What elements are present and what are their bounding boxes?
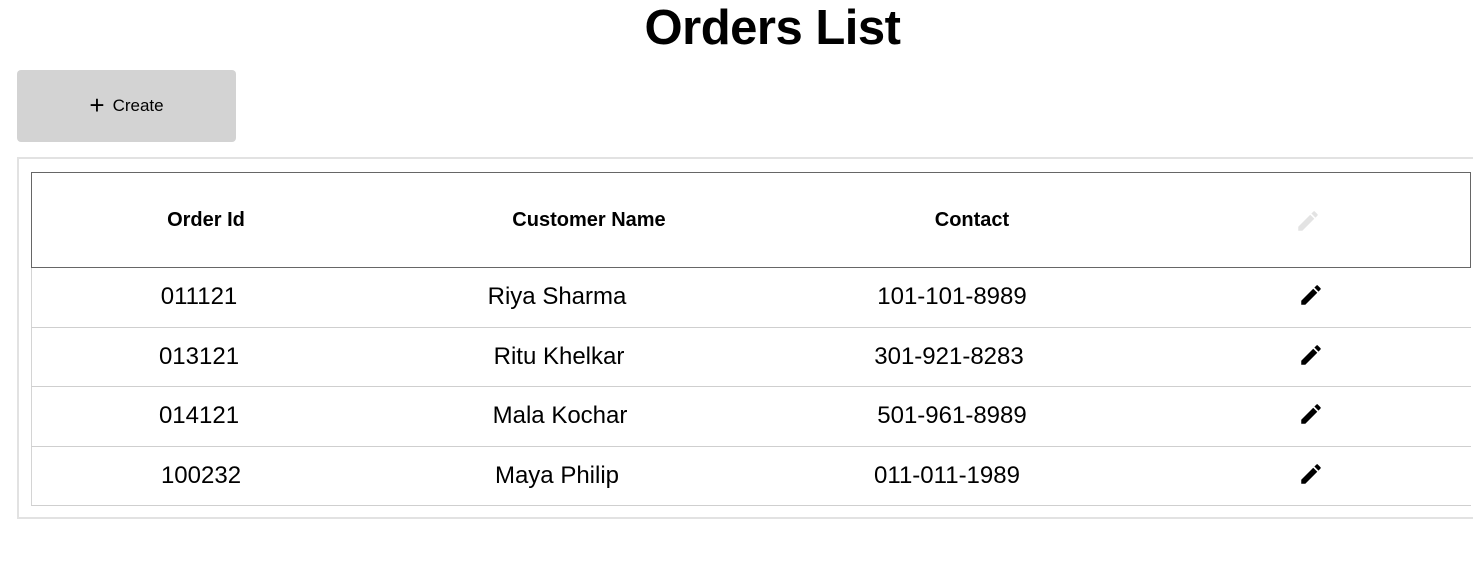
customer-name-cell: Ritu Khelkar <box>493 342 625 370</box>
table-header-row: Order Id Customer Name Contact <box>31 172 1471 268</box>
order-id-cell: 014121 <box>158 402 240 429</box>
customer-name-cell: Riya Sharma <box>487 283 627 310</box>
column-header-order-id: Order Id <box>167 208 245 231</box>
edit-icon[interactable] <box>1298 342 1324 368</box>
table-row: 014121 Mala Kochar 501-961-8989 <box>31 387 1471 447</box>
orders-table: Order Id Customer Name Contact 011121 Ri… <box>31 172 1471 506</box>
create-button-label: Create <box>112 96 164 115</box>
edit-icon[interactable] <box>1298 401 1324 427</box>
contact-cell: 501-961-8989 <box>877 402 1027 429</box>
table-row: 011121 Riya Sharma 101-101-8989 <box>31 268 1471 328</box>
edit-icon[interactable] <box>1298 282 1324 308</box>
column-header-contact: Contact <box>934 208 1010 231</box>
order-id-cell: 011121 <box>160 283 238 310</box>
order-id-cell: 013121 <box>158 342 240 370</box>
column-header-customer-name: Customer Name <box>512 208 666 231</box>
order-id-cell: 100232 <box>160 461 242 489</box>
orders-page: Orders List + Create Order Id Customer N… <box>0 0 1473 578</box>
customer-name-cell: Maya Philip <box>494 461 620 489</box>
create-button[interactable]: + Create <box>17 70 236 142</box>
contact-cell: 101-101-8989 <box>877 283 1027 310</box>
table-row: 100232 Maya Philip 011-011-1989 <box>31 446 1471 506</box>
contact-cell: 011-011-1989 <box>874 461 1020 489</box>
page-title: Orders List <box>644 1 901 55</box>
customer-name-cell: Mala Kochar <box>492 402 628 429</box>
contact-cell: 301-921-8283 <box>874 342 1024 370</box>
header-edit-icon <box>1295 208 1321 234</box>
edit-icon[interactable] <box>1298 461 1324 487</box>
table-row: 013121 Ritu Khelkar 301-921-8283 <box>31 327 1471 387</box>
table-body: 011121 Riya Sharma 101-101-8989 013121 R… <box>31 268 1471 506</box>
plus-icon: + <box>89 90 105 120</box>
